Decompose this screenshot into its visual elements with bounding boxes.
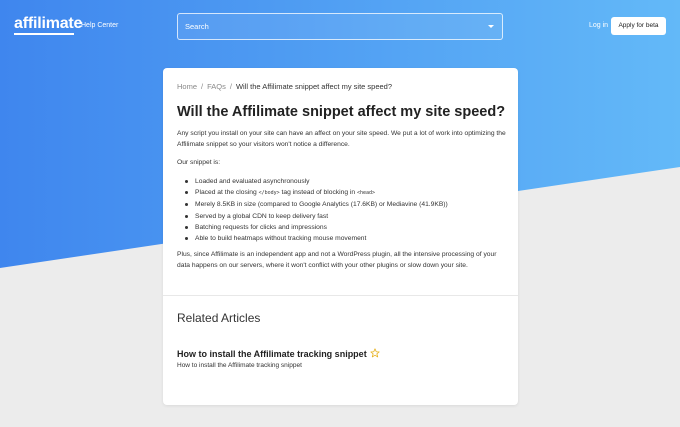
related-article-description: How to install the Affilimate tracking s… <box>177 362 302 369</box>
article-closing: Plus, since Affilimate is an independent… <box>177 251 497 270</box>
related-articles-heading: Related Articles <box>177 311 261 325</box>
list-item: Able to build heatmaps without tracking … <box>185 233 505 244</box>
site-header: affilimate Help Center Search Log in App… <box>0 0 680 56</box>
breadcrumb-separator: / <box>201 82 204 91</box>
breadcrumb: Home / FAQs / Will the Affilimate snippet af… <box>177 82 392 91</box>
logo[interactable]: affilimate <box>14 15 82 33</box>
list-item: Placed at the closing </body> tag instea… <box>185 187 505 199</box>
article-intro: Any script you install on your site can … <box>177 130 506 149</box>
article-title: Will the Affilimate snippet affect my si… <box>177 104 506 120</box>
login-link[interactable]: Log in <box>589 22 608 29</box>
star-icon[interactable] <box>370 348 380 358</box>
article-card: Home / FAQs / Will the Affilimate snippet af… <box>163 68 518 405</box>
help-center-label[interactable]: Help Center <box>81 22 118 29</box>
logo-underline <box>14 33 74 35</box>
list-item: Batching requests for clicks and impress… <box>185 222 505 233</box>
search-placeholder: Search <box>185 22 209 31</box>
snippet-features-list: Loaded and evaluated asynchronously Plac… <box>185 176 505 244</box>
list-item: Served by a global CDN to keep delivery … <box>185 211 505 222</box>
related-article-link[interactable]: How to install the Affilimate tracking s… <box>177 348 380 359</box>
apply-for-beta-button[interactable]: Apply for beta <box>611 17 666 35</box>
code-body-tag: </body> <box>258 190 280 197</box>
code-head-tag: <head> <box>356 190 376 197</box>
list-item-text: tag instead of blocking in <box>279 189 357 197</box>
caret-down-icon[interactable] <box>488 25 494 28</box>
search-input[interactable]: Search <box>177 13 503 40</box>
related-article-title[interactable]: How to install the Affilimate tracking s… <box>177 349 367 359</box>
divider <box>163 295 518 296</box>
breadcrumb-home[interactable]: Home <box>177 82 197 91</box>
breadcrumb-faqs[interactable]: FAQs <box>207 82 226 91</box>
list-item: Loaded and evaluated asynchronously <box>185 176 505 187</box>
breadcrumb-current: Will the Affilimate snippet affect my si… <box>235 82 393 91</box>
list-item-text: Placed at the closing <box>195 189 259 197</box>
breadcrumb-separator: / <box>229 82 232 91</box>
list-item: Merely 8.5KB in size (compared to Google… <box>185 199 505 210</box>
snippet-intro: Our snippet is: <box>177 159 221 166</box>
